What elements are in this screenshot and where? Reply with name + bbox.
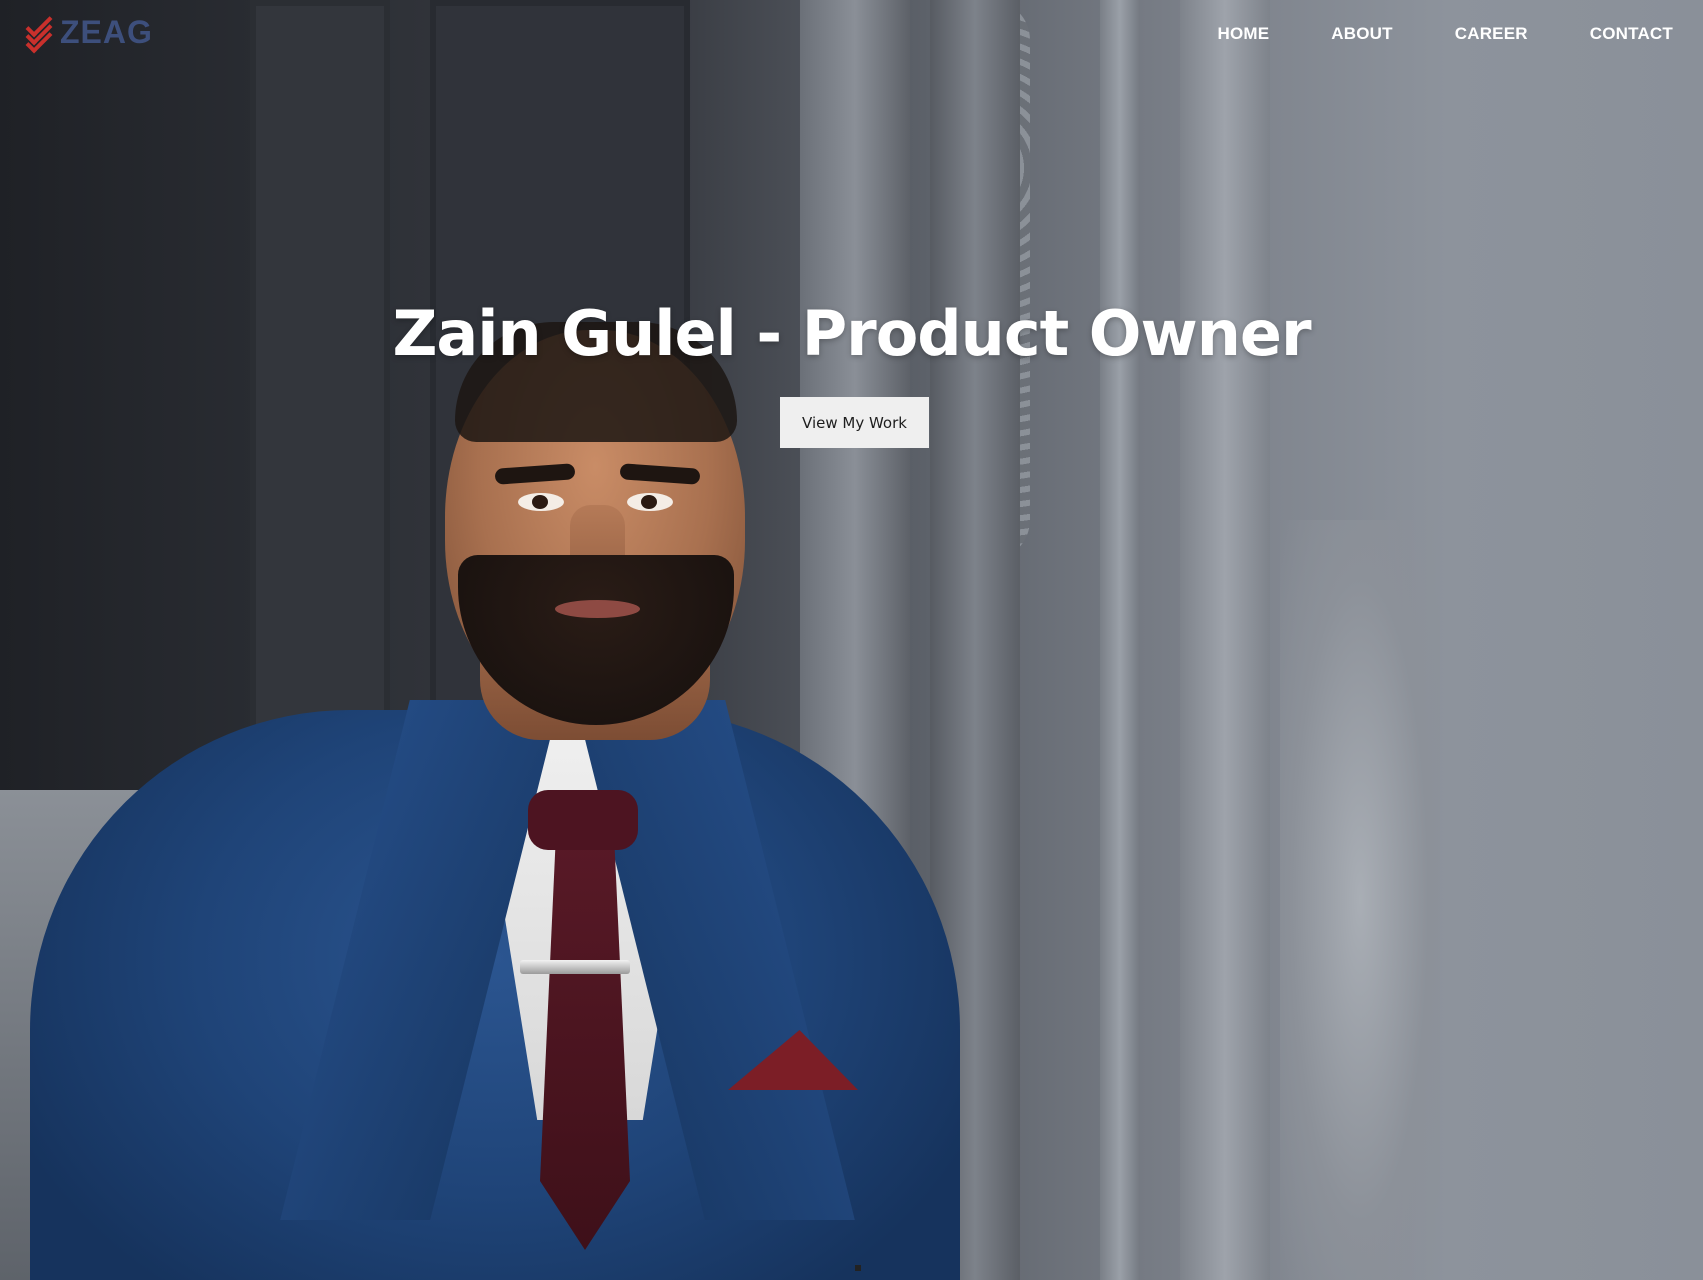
mouth [555,600,640,618]
brand-logo[interactable]: ZEAG [25,10,153,53]
scroll-indicator [855,1265,861,1271]
hero-portrait [0,0,1703,1280]
hero-section: ZEAG HOME ABOUT CAREER CONTACT Zain Gule… [0,0,1703,1280]
main-nav: HOME ABOUT CAREER CONTACT [1217,24,1673,44]
tie-knot [528,790,638,850]
triple-chevron-down-icon [25,10,53,53]
nav-contact[interactable]: CONTACT [1590,24,1673,44]
brand-name: ZEAG [60,14,153,50]
eye-left [518,493,564,511]
nav-home[interactable]: HOME [1217,24,1269,44]
nav-career[interactable]: CAREER [1455,24,1528,44]
tie-clip [520,960,630,974]
nav-about[interactable]: ABOUT [1331,24,1392,44]
eye-right [627,493,673,511]
view-my-work-button[interactable]: View My Work [780,397,929,448]
hero-headline: Zain Gulel - Product Owner [392,296,1311,370]
